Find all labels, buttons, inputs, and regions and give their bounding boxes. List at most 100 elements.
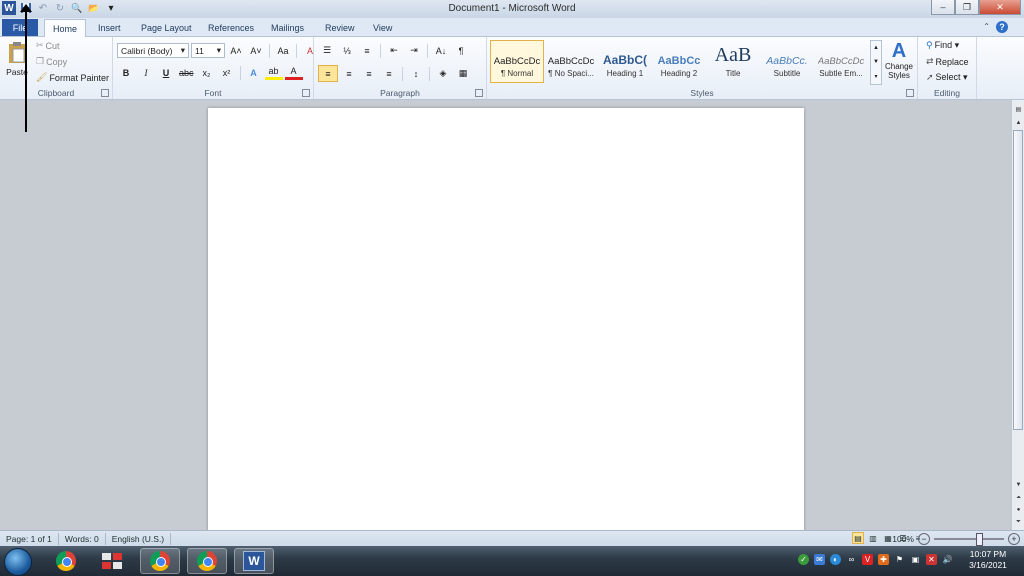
full-screen-reading-icon[interactable]: ▥	[867, 532, 879, 544]
language-indicator[interactable]: English (U.S.)	[106, 533, 172, 545]
text-effects-button[interactable]: A	[245, 65, 263, 80]
scrollbar-thumb[interactable]	[1013, 130, 1023, 430]
ruler-toggle-icon[interactable]: ▤	[1012, 104, 1024, 114]
minimize-button[interactable]: –	[931, 0, 955, 15]
increase-indent-button[interactable]: ⇥	[405, 43, 423, 58]
chevron-down-icon[interactable]: ▼	[873, 59, 879, 65]
style-normal[interactable]: AaBbCcDc ¶ Normal	[490, 40, 544, 83]
shrink-font-button[interactable]: A˅	[247, 43, 265, 58]
security-icon[interactable]: ✚	[878, 554, 889, 565]
center-button[interactable]: ≡	[340, 66, 358, 81]
superscript-button[interactable]: x²	[218, 65, 236, 80]
styles-gallery-scroll[interactable]: ▲ ▼ ▾	[870, 40, 882, 85]
highlight-button[interactable]: ab	[264, 66, 283, 80]
tab-home[interactable]: Home	[44, 19, 87, 37]
taskbar-word[interactable]: W	[234, 548, 274, 574]
volume-icon[interactable]: 🔊	[942, 554, 953, 565]
word-count[interactable]: Words: 0	[59, 533, 106, 545]
taskbar-app[interactable]	[92, 548, 132, 574]
tab-page-layout[interactable]: Page Layout	[133, 20, 200, 36]
style-preview: AaB	[714, 45, 752, 66]
style-subtle-emphasis[interactable]: AaBbCcDc Subtle Em...	[814, 40, 868, 83]
styles-dialog-launcher[interactable]	[906, 89, 914, 97]
tab-mailings[interactable]: Mailings	[263, 20, 312, 36]
underline-button[interactable]: U	[157, 65, 175, 80]
more-icon[interactable]: ▾	[874, 73, 877, 80]
shading-button[interactable]: ◈	[434, 66, 452, 81]
replace-button[interactable]: ⇄ Replace	[926, 56, 969, 67]
subscript-button[interactable]: x₂	[198, 65, 216, 80]
style-title[interactable]: AaB Title	[706, 40, 760, 83]
zoom-out-button[interactable]: −	[918, 533, 930, 545]
align-right-button[interactable]: ≡	[360, 66, 378, 81]
chevron-up-icon[interactable]: ▲	[873, 45, 879, 51]
find-button[interactable]: ⚲ Find ▾	[926, 40, 959, 51]
change-styles-button[interactable]: A Change Styles	[882, 40, 916, 88]
document-page[interactable]	[208, 108, 804, 538]
minimize-ribbon-icon[interactable]: ⌃	[983, 22, 990, 31]
zoom-slider-knob[interactable]	[976, 533, 983, 546]
tab-references[interactable]: References	[200, 20, 262, 36]
bold-button[interactable]: B	[117, 65, 135, 80]
scroll-down-icon[interactable]: ▼	[1012, 480, 1024, 490]
sort-button[interactable]: A↓	[432, 43, 450, 58]
clipboard-dialog-launcher[interactable]	[101, 89, 109, 97]
cut-button[interactable]: ✂ Cut	[36, 40, 60, 51]
bullets-button[interactable]: ☰	[318, 43, 336, 58]
strikethrough-button[interactable]: abc	[177, 65, 196, 80]
maximize-button[interactable]: ❐	[955, 0, 979, 15]
action-center-icon[interactable]: ✕	[926, 554, 937, 565]
tab-review[interactable]: Review	[317, 20, 363, 36]
taskbar-chrome-window-2[interactable]	[187, 548, 227, 574]
style-no-spacing[interactable]: AaBbCcDc ¶ No Spaci...	[544, 40, 598, 83]
clock[interactable]: 10:07 PM 3/16/2021	[960, 549, 1016, 571]
shield-check-icon[interactable]: ✓	[798, 554, 809, 565]
copy-button[interactable]: ❐ Copy	[36, 56, 67, 67]
page-count[interactable]: Page: 1 of 1	[0, 533, 59, 545]
style-subtitle[interactable]: AaBbCc. Subtitle	[760, 40, 814, 83]
start-button[interactable]	[4, 548, 32, 576]
font-color-button[interactable]: A	[284, 66, 303, 80]
line-spacing-button[interactable]: ↕	[407, 66, 425, 81]
zoom-slider[interactable]	[934, 533, 1004, 546]
taskbar-chrome-window-1[interactable]	[140, 548, 180, 574]
align-left-button[interactable]: ≡	[318, 65, 338, 82]
show-marks-button[interactable]: ¶	[452, 43, 470, 58]
taskbar-chrome[interactable]	[46, 548, 86, 574]
tab-insert[interactable]: Insert	[90, 20, 129, 36]
previous-page-icon[interactable]: ⏶	[1012, 493, 1024, 503]
next-page-icon[interactable]: ⏷	[1012, 517, 1024, 527]
browse-object-icon[interactable]: ●	[1012, 505, 1024, 515]
italic-button[interactable]: I	[137, 65, 155, 80]
help-icon[interactable]: ?	[996, 21, 1008, 33]
grow-font-button[interactable]: A˄	[227, 43, 245, 58]
tab-view[interactable]: View	[365, 20, 400, 36]
font-size-dropdown[interactable]: 11 ▾	[191, 43, 225, 58]
close-button[interactable]: ✕	[979, 0, 1021, 15]
antivirus-icon[interactable]: V	[862, 554, 873, 565]
zoom-level[interactable]: 100%	[892, 534, 914, 544]
justify-button[interactable]: ≡	[380, 66, 398, 81]
vertical-scrollbar[interactable]: ▤ ▲ ▼ ⏶ ● ⏷	[1011, 100, 1024, 530]
decrease-indent-button[interactable]: ⇤	[385, 43, 403, 58]
multilevel-list-button[interactable]: ≡	[358, 43, 376, 58]
network-icon[interactable]: ▣	[910, 554, 921, 565]
change-case-button[interactable]: Aa	[274, 43, 292, 58]
paragraph-dialog-launcher[interactable]	[475, 89, 483, 97]
zoom-in-button[interactable]: +	[1008, 533, 1020, 545]
browser-icon[interactable]: ◐	[830, 554, 841, 565]
select-button[interactable]: ➚ Select ▾	[926, 72, 968, 83]
format-painter-button[interactable]: 🖌 Format Painter	[36, 72, 109, 83]
font-name-dropdown[interactable]: Calibri (Body) ▾	[117, 43, 189, 58]
font-dialog-launcher[interactable]	[302, 89, 310, 97]
messenger-icon[interactable]: ✉	[814, 554, 825, 565]
print-layout-icon[interactable]: ▤	[852, 532, 864, 544]
borders-button[interactable]: ▦	[454, 66, 472, 81]
scroll-up-icon[interactable]: ▲	[1012, 118, 1024, 128]
link-icon[interactable]: ∞	[846, 554, 857, 565]
style-heading-2[interactable]: AaBbCc Heading 2	[652, 40, 706, 83]
flag-icon[interactable]: ⚑	[894, 554, 905, 565]
tab-file[interactable]: File	[2, 19, 38, 36]
numbering-button[interactable]: ⅓	[338, 43, 356, 58]
style-heading-1[interactable]: AaBbC( Heading 1	[598, 40, 652, 83]
